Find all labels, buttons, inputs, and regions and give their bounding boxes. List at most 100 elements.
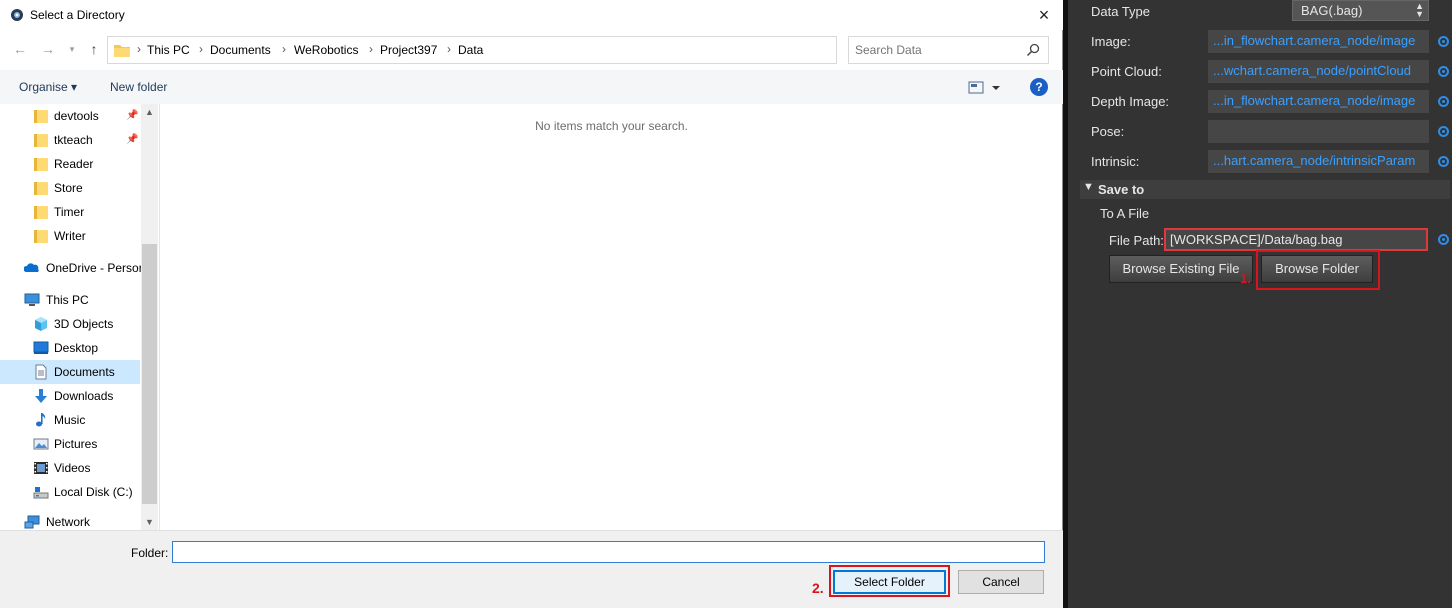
onedrive-icon (24, 263, 39, 272)
search-icon[interactable] (1026, 43, 1040, 57)
cube-icon (35, 317, 47, 331)
title-bar: Select a Directory × (0, 0, 1063, 30)
folder-icon (34, 110, 48, 123)
pin-icon: 📌 (126, 134, 139, 145)
nav-item-devtools[interactable]: devtools 📌 (0, 104, 140, 128)
close-icon[interactable]: × (1033, 4, 1055, 26)
nav-item-label: Documents (54, 365, 115, 379)
intrinsic-row: Intrinsic: ...hart.camera_node/intrinsic… (1068, 147, 1452, 177)
nav-item-downloads[interactable]: Downloads (0, 384, 140, 408)
music-icon (36, 413, 46, 427)
nav-item-label: This PC (46, 293, 89, 307)
browse-existing-file-button[interactable]: Browse Existing File (1109, 255, 1253, 283)
nav-item-label: Store (54, 181, 83, 195)
connection-dot-icon[interactable] (1438, 156, 1449, 167)
nav-item-local-disk[interactable]: Local Disk (C:) (0, 480, 140, 504)
nav-item-label: Writer (54, 229, 86, 243)
breadcrumb-project397[interactable]: Project397 (380, 43, 437, 57)
breadcrumb-separator-icon: › (282, 42, 286, 56)
folder-icon (34, 134, 48, 147)
collapse-triangle-icon[interactable]: ▼ (1083, 181, 1094, 193)
point-cloud-label: Point Cloud: (1091, 64, 1162, 79)
search-box[interactable] (848, 36, 1049, 64)
nav-item-3d-objects[interactable]: 3D Objects (0, 312, 140, 336)
point-cloud-topic-field[interactable]: ...wchart.camera_node/pointCloud (1208, 60, 1429, 83)
folder-input[interactable] (172, 541, 1045, 563)
nav-item-tkteach[interactable]: tkteach 📌 (0, 128, 140, 152)
to-a-file-label: To A File (1100, 206, 1150, 221)
view-options-icon (968, 81, 1000, 94)
new-folder-button[interactable]: New folder (110, 80, 167, 94)
nav-item-videos[interactable]: Videos (0, 456, 140, 480)
nav-item-label: tkteach (54, 133, 93, 147)
connection-dot-icon[interactable] (1438, 96, 1449, 107)
depth-image-label: Depth Image: (1091, 94, 1170, 109)
app-icon (11, 9, 23, 21)
pose-topic-field[interactable] (1208, 120, 1429, 143)
empty-message: No items match your search. (535, 119, 688, 133)
organise-menu[interactable]: Organise ▾ (19, 80, 77, 94)
file-path-input[interactable]: [WORKSPACE]/Data/bag.bag (1164, 228, 1428, 251)
scroll-down-chevron-icon[interactable]: ▼ (141, 514, 158, 530)
desktop-icon (33, 341, 49, 354)
folder-icon (34, 182, 48, 195)
scrollbar-thumb[interactable] (142, 244, 157, 504)
folder-label: Folder: (131, 546, 169, 560)
recent-locations-chevron-icon[interactable]: ▾ (63, 40, 81, 58)
breadcrumb-separator-icon: › (369, 42, 373, 56)
forward-arrow-icon[interactable]: → (39, 40, 57, 58)
breadcrumb-documents[interactable]: Documents (210, 43, 271, 57)
pose-label: Pose: (1091, 124, 1125, 139)
breadcrumb-separator-icon: › (447, 42, 451, 56)
address-bar[interactable]: › This PC › Documents › WeRobotics › Pro… (107, 36, 930, 64)
nav-item-label: devtools (54, 109, 99, 123)
properties-panel: Data Type Image: ...in_flowchart.camera_… (1068, 0, 1452, 608)
disk-icon (33, 487, 49, 499)
breadcrumb-data[interactable]: Data (458, 43, 483, 57)
nav-item-desktop[interactable]: Desktop (0, 336, 140, 360)
image-label: Image: (1091, 34, 1131, 49)
breadcrumb-this-pc[interactable]: This PC (147, 43, 190, 57)
nav-item-store[interactable]: Store (0, 176, 140, 200)
nav-item-label: Network (46, 515, 91, 529)
nav-item-label: Desktop (54, 341, 99, 355)
data-type-value: BAG(.bag) (1301, 3, 1363, 18)
depth-image-topic-field[interactable]: ...in_flowchart.camera_node/image (1208, 90, 1429, 113)
intrinsic-topic-field[interactable]: ...hart.camera_node/intrinsicParam (1208, 150, 1429, 173)
nav-item-music[interactable]: Music (0, 408, 140, 432)
file-list-pane[interactable]: No items match your search. (159, 104, 1062, 530)
nav-item-this-pc[interactable]: This PC (0, 288, 140, 312)
folder-icon (34, 158, 48, 171)
nav-item-label: Timer (54, 205, 85, 219)
help-icon[interactable]: ? (1030, 78, 1048, 96)
back-arrow-icon[interactable]: ← (11, 40, 29, 58)
connection-dot-icon[interactable] (1438, 126, 1449, 137)
intrinsic-label: Intrinsic: (1091, 154, 1140, 169)
scroll-up-chevron-icon[interactable]: ▲ (141, 104, 158, 120)
change-view-button[interactable] (968, 80, 1008, 96)
dialog-title: Select a Directory (30, 8, 125, 22)
nav-item-pictures[interactable]: Pictures (0, 432, 140, 456)
search-input[interactable] (855, 42, 1020, 58)
download-icon (35, 389, 47, 403)
up-arrow-icon[interactable]: ↑ (85, 40, 103, 58)
nav-item-network[interactable]: Network (0, 510, 140, 530)
nav-item-label: OneDrive - Persor (46, 261, 143, 275)
breadcrumb-separator-icon: › (199, 42, 203, 56)
connection-dot-icon[interactable] (1438, 36, 1449, 47)
nav-pane-scrollbar[interactable]: ▲ ▼ (141, 104, 158, 530)
save-to-section-header[interactable]: ▼ Save to (1080, 180, 1450, 199)
image-topic-field[interactable]: ...in_flowchart.camera_node/image (1208, 30, 1429, 53)
connection-dot-icon[interactable] (1438, 234, 1449, 245)
nav-item-onedrive[interactable]: OneDrive - Persor (0, 256, 143, 280)
breadcrumb-werobotics[interactable]: WeRobotics (294, 43, 358, 57)
cancel-button[interactable]: Cancel (958, 570, 1044, 594)
nav-item-timer[interactable]: Timer (0, 200, 140, 224)
nav-item-writer[interactable]: Writer (0, 224, 140, 248)
connection-dot-icon[interactable] (1438, 66, 1449, 77)
nav-item-documents[interactable]: Documents (0, 360, 140, 384)
folder-icon (34, 206, 48, 219)
nav-item-reader[interactable]: Reader (0, 152, 140, 176)
data-type-select[interactable]: BAG(.bag) ▲ ▼ (1292, 0, 1429, 21)
highlight-box-step-1 (1256, 250, 1380, 290)
